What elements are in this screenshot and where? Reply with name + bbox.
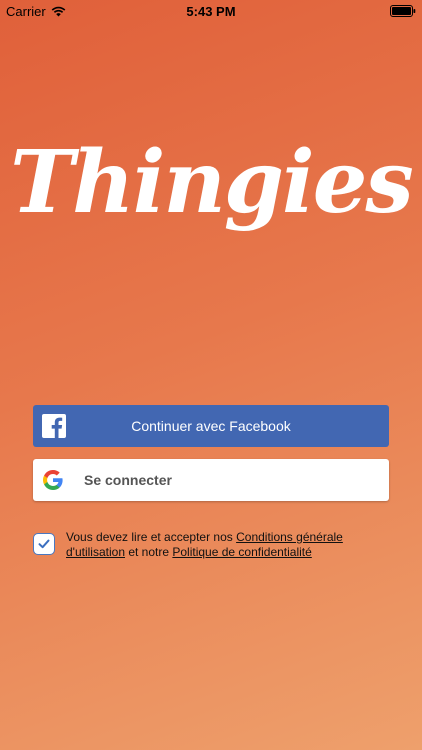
terms-text-before: Vous devez lire et accepter nos [66, 530, 237, 544]
terms-text-middle: et notre [125, 545, 173, 559]
facebook-login-button[interactable]: Continuer avec Facebook [33, 405, 389, 447]
app-logo: Thingies [10, 132, 414, 233]
battery-icon [390, 5, 416, 17]
privacy-policy-link[interactable]: Politique de confidentialité [172, 545, 311, 559]
status-bar: Carrier 5:43 PM [0, 0, 422, 22]
terms-checkbox[interactable] [33, 533, 55, 555]
google-login-label: Se connecter [84, 472, 172, 488]
facebook-login-label: Continuer avec Facebook [131, 418, 291, 434]
google-icon [43, 470, 63, 490]
google-login-button[interactable]: Se connecter [33, 459, 389, 501]
terms-text: Vous devez lire et accepter nos Conditio… [66, 530, 391, 560]
status-time: 5:43 PM [186, 4, 236, 19]
login-screen: Carrier 5:43 PM Thingies Continuer avec … [0, 0, 422, 750]
